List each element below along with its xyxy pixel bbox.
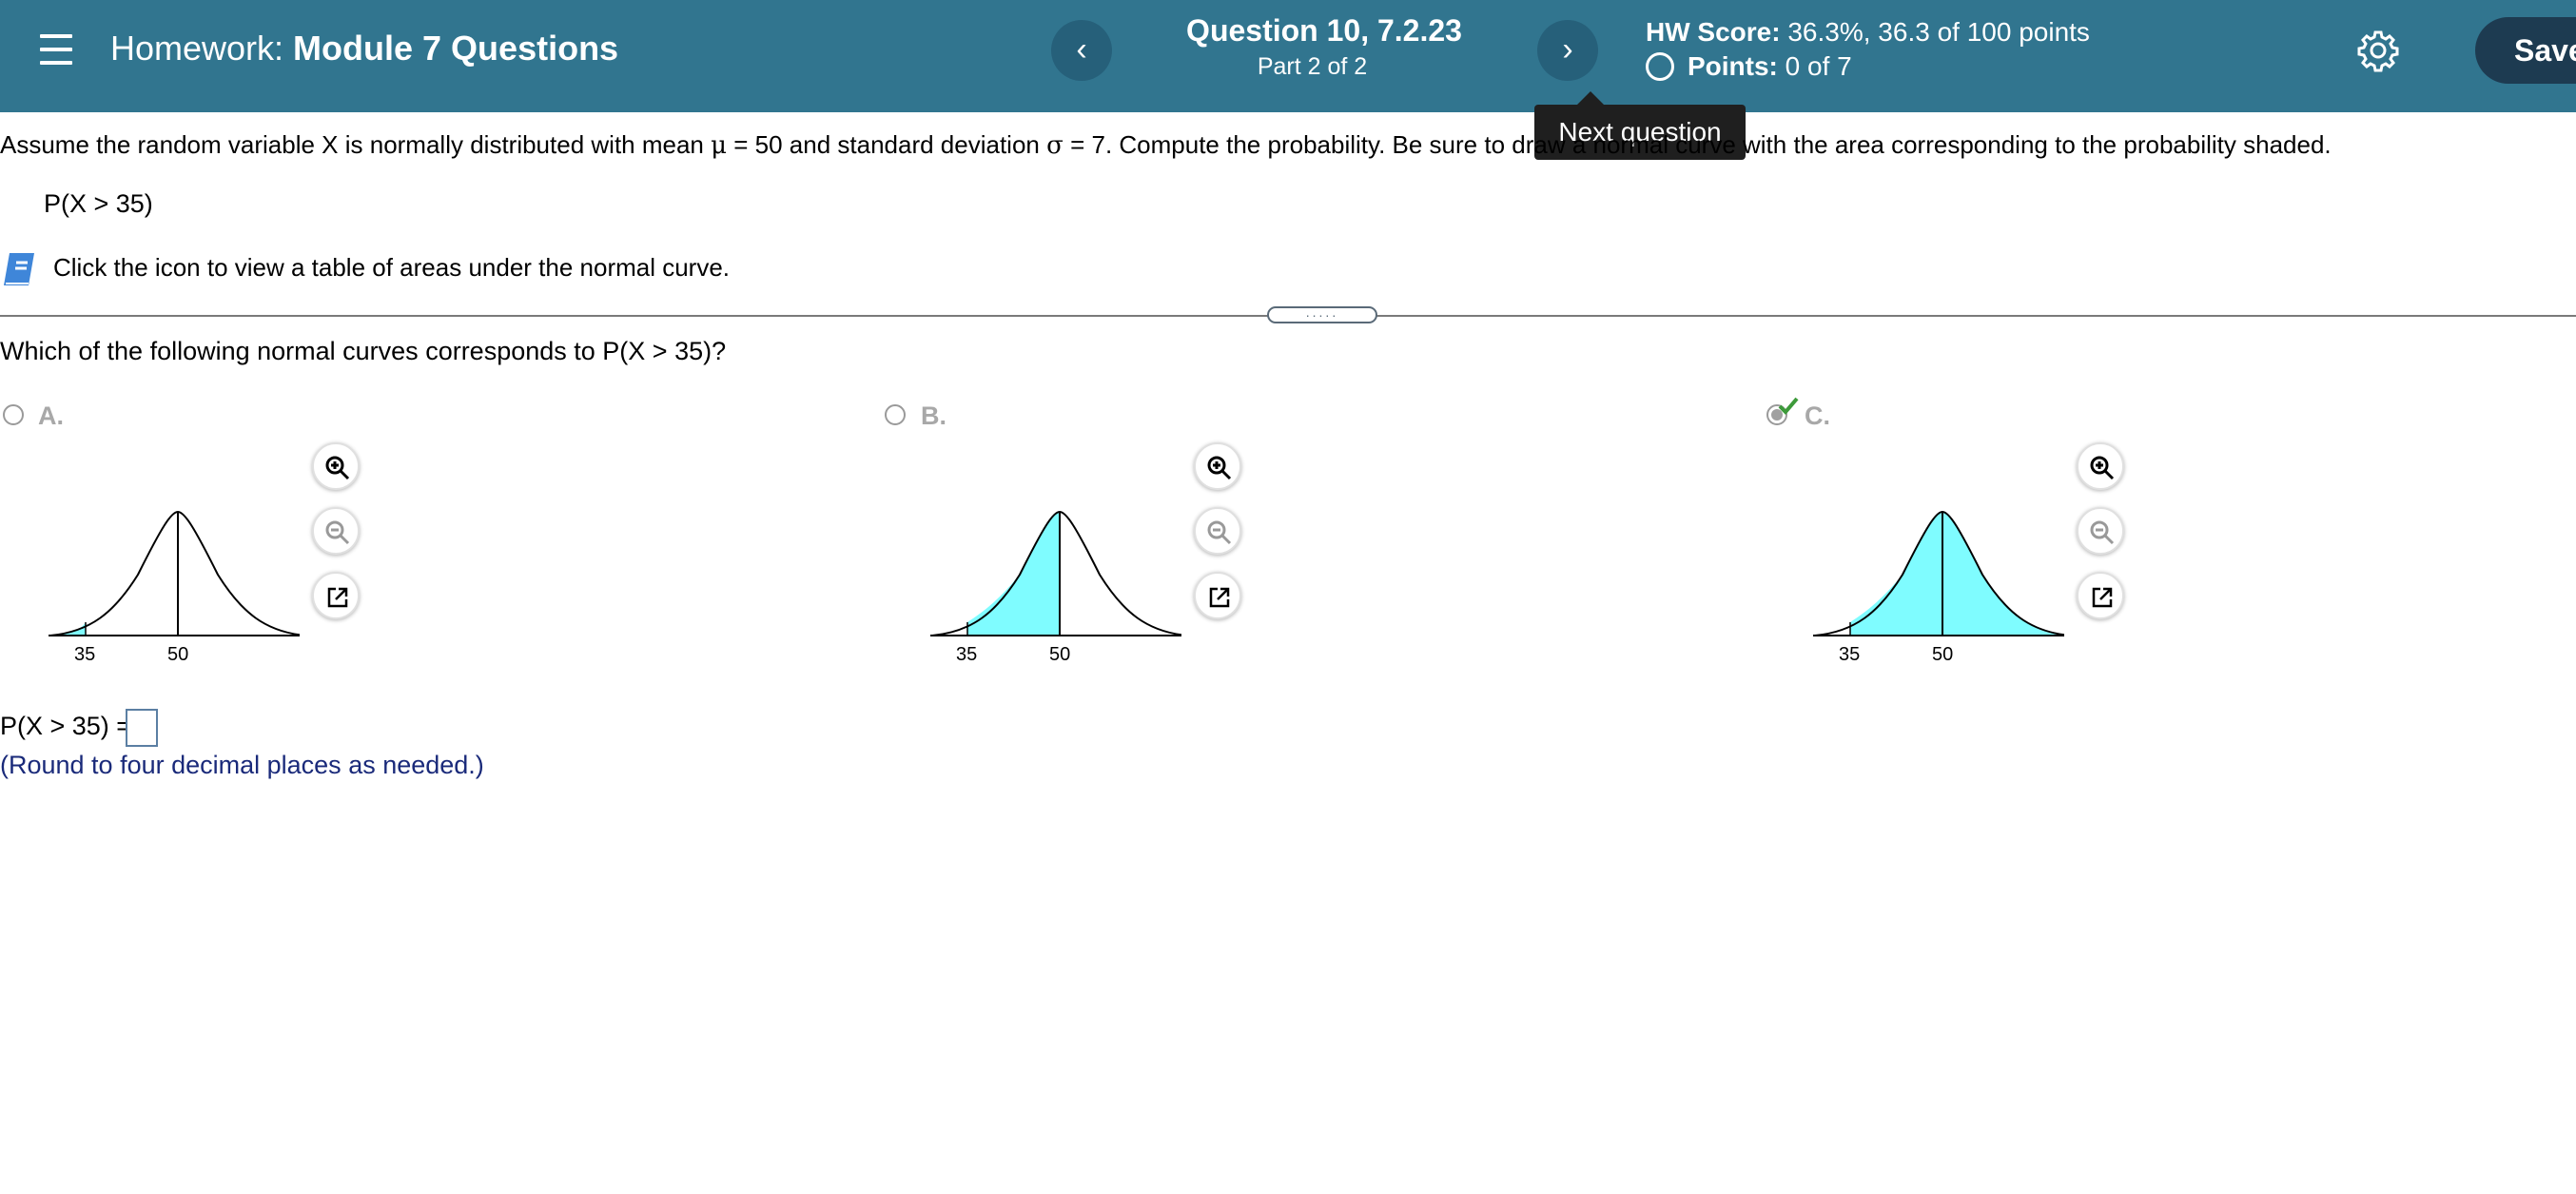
popout-icon xyxy=(2092,587,2113,608)
choice-c-zoom-in-button[interactable] xyxy=(2077,442,2124,490)
popout-icon xyxy=(327,587,348,608)
homework-title: Homework: Module 7 Questions xyxy=(110,29,618,69)
question-part: Part 2 of 2 xyxy=(1257,53,1368,80)
homework-prefix: Homework: xyxy=(110,29,284,68)
points-status-icon xyxy=(1646,52,1674,81)
correct-check-icon xyxy=(1778,397,1799,415)
next-question-button[interactable]: › xyxy=(1537,20,1598,81)
hw-score: HW Score: 36.3%, 36.3 of 100 points xyxy=(1646,17,2090,48)
problem-prompt: Assume the random variable X is normally… xyxy=(0,130,2332,160)
choice-b-zoom-out-button[interactable] xyxy=(1194,507,1241,555)
previous-question-button[interactable]: ‹ xyxy=(1051,20,1112,81)
choice-c-label[interactable]: C. xyxy=(1805,401,1830,431)
choice-b-shaded-area xyxy=(967,512,1060,636)
zoom-out-icon xyxy=(2090,520,2115,545)
probability-expression: P(X > 35) xyxy=(44,189,153,218)
gear-icon[interactable] xyxy=(2356,29,2400,72)
points-label: Points: xyxy=(1688,51,1778,81)
answer-input[interactable] xyxy=(126,709,158,747)
choice-b-normal-curve: 35 50 xyxy=(930,510,1181,660)
choice-a-zoom-out-button[interactable] xyxy=(312,507,360,555)
choice-c-tick-35: 35 xyxy=(1839,644,1860,660)
choice-b-tick-50: 50 xyxy=(1049,644,1070,660)
choice-a-popout-button[interactable] xyxy=(312,572,360,619)
choice-b-popout-button[interactable] xyxy=(1194,572,1241,619)
chevron-right-icon: › xyxy=(1562,31,1573,68)
choice-c-normal-curve: 35 50 xyxy=(1813,510,2064,660)
choice-a-zoom-in-button[interactable] xyxy=(312,442,360,490)
choice-a-tick-50: 50 xyxy=(167,644,188,660)
choice-a-normal-curve: 35 50 xyxy=(49,510,300,660)
zoom-out-icon xyxy=(325,520,350,545)
hw-score-value: 36.3%, 36.3 of 100 points xyxy=(1787,17,2090,47)
zoom-in-icon xyxy=(1207,456,1232,480)
divider-drag-handle[interactable]: ..... xyxy=(1267,305,1377,323)
choice-a-label[interactable]: A. xyxy=(38,401,64,431)
prompt-text-3: = 7. Compute the probability. Be sure to… xyxy=(1063,130,2332,159)
choice-c-shaded-area xyxy=(1850,512,2064,636)
choice-b-zoom-in-button[interactable] xyxy=(1194,442,1241,490)
book-icon[interactable] xyxy=(2,249,40,287)
rounding-note: (Round to four decimal places as needed.… xyxy=(0,751,484,779)
zoom-out-icon xyxy=(1207,520,1232,545)
top-bar: Homework: Module 7 Questions ‹ Question 1… xyxy=(0,0,2576,112)
zoom-in-icon xyxy=(2090,456,2115,480)
sigma-symbol: σ xyxy=(1046,131,1064,160)
choice-c-tick-50: 50 xyxy=(1932,644,1953,660)
points: Points: 0 of 7 xyxy=(1646,51,1852,82)
choice-b-radio[interactable] xyxy=(885,404,906,425)
question-title: Question 10, 7.2.23 xyxy=(1186,13,1462,48)
choice-a-radio[interactable] xyxy=(3,404,24,425)
prompt-text-1: Assume the random variable X is normally… xyxy=(0,130,712,159)
answer-label: P(X > 35) = xyxy=(0,712,132,740)
choice-c-zoom-out-button[interactable] xyxy=(2077,507,2124,555)
choice-b-tick-35: 35 xyxy=(956,644,977,660)
choice-c-popout-button[interactable] xyxy=(2077,572,2124,619)
mu-symbol: μ xyxy=(711,131,728,160)
chevron-left-icon: ‹ xyxy=(1076,31,1087,68)
hw-score-label: HW Score: xyxy=(1646,17,1781,47)
zoom-in-icon xyxy=(325,456,350,480)
popout-icon xyxy=(1209,587,1230,608)
homework-name: Module 7 Questions xyxy=(293,29,619,68)
save-button[interactable]: Save xyxy=(2475,17,2576,84)
hamburger-menu-icon[interactable] xyxy=(40,34,72,65)
prompt-text-2: = 50 and standard deviation xyxy=(727,130,1047,159)
points-value: 0 of 7 xyxy=(1785,51,1852,81)
question-text: Which of the following normal curves cor… xyxy=(0,337,727,365)
choice-a-tick-35: 35 xyxy=(74,644,95,660)
choice-b-label[interactable]: B. xyxy=(921,401,946,431)
table-link-text[interactable]: Click the icon to view a table of areas … xyxy=(53,253,730,283)
